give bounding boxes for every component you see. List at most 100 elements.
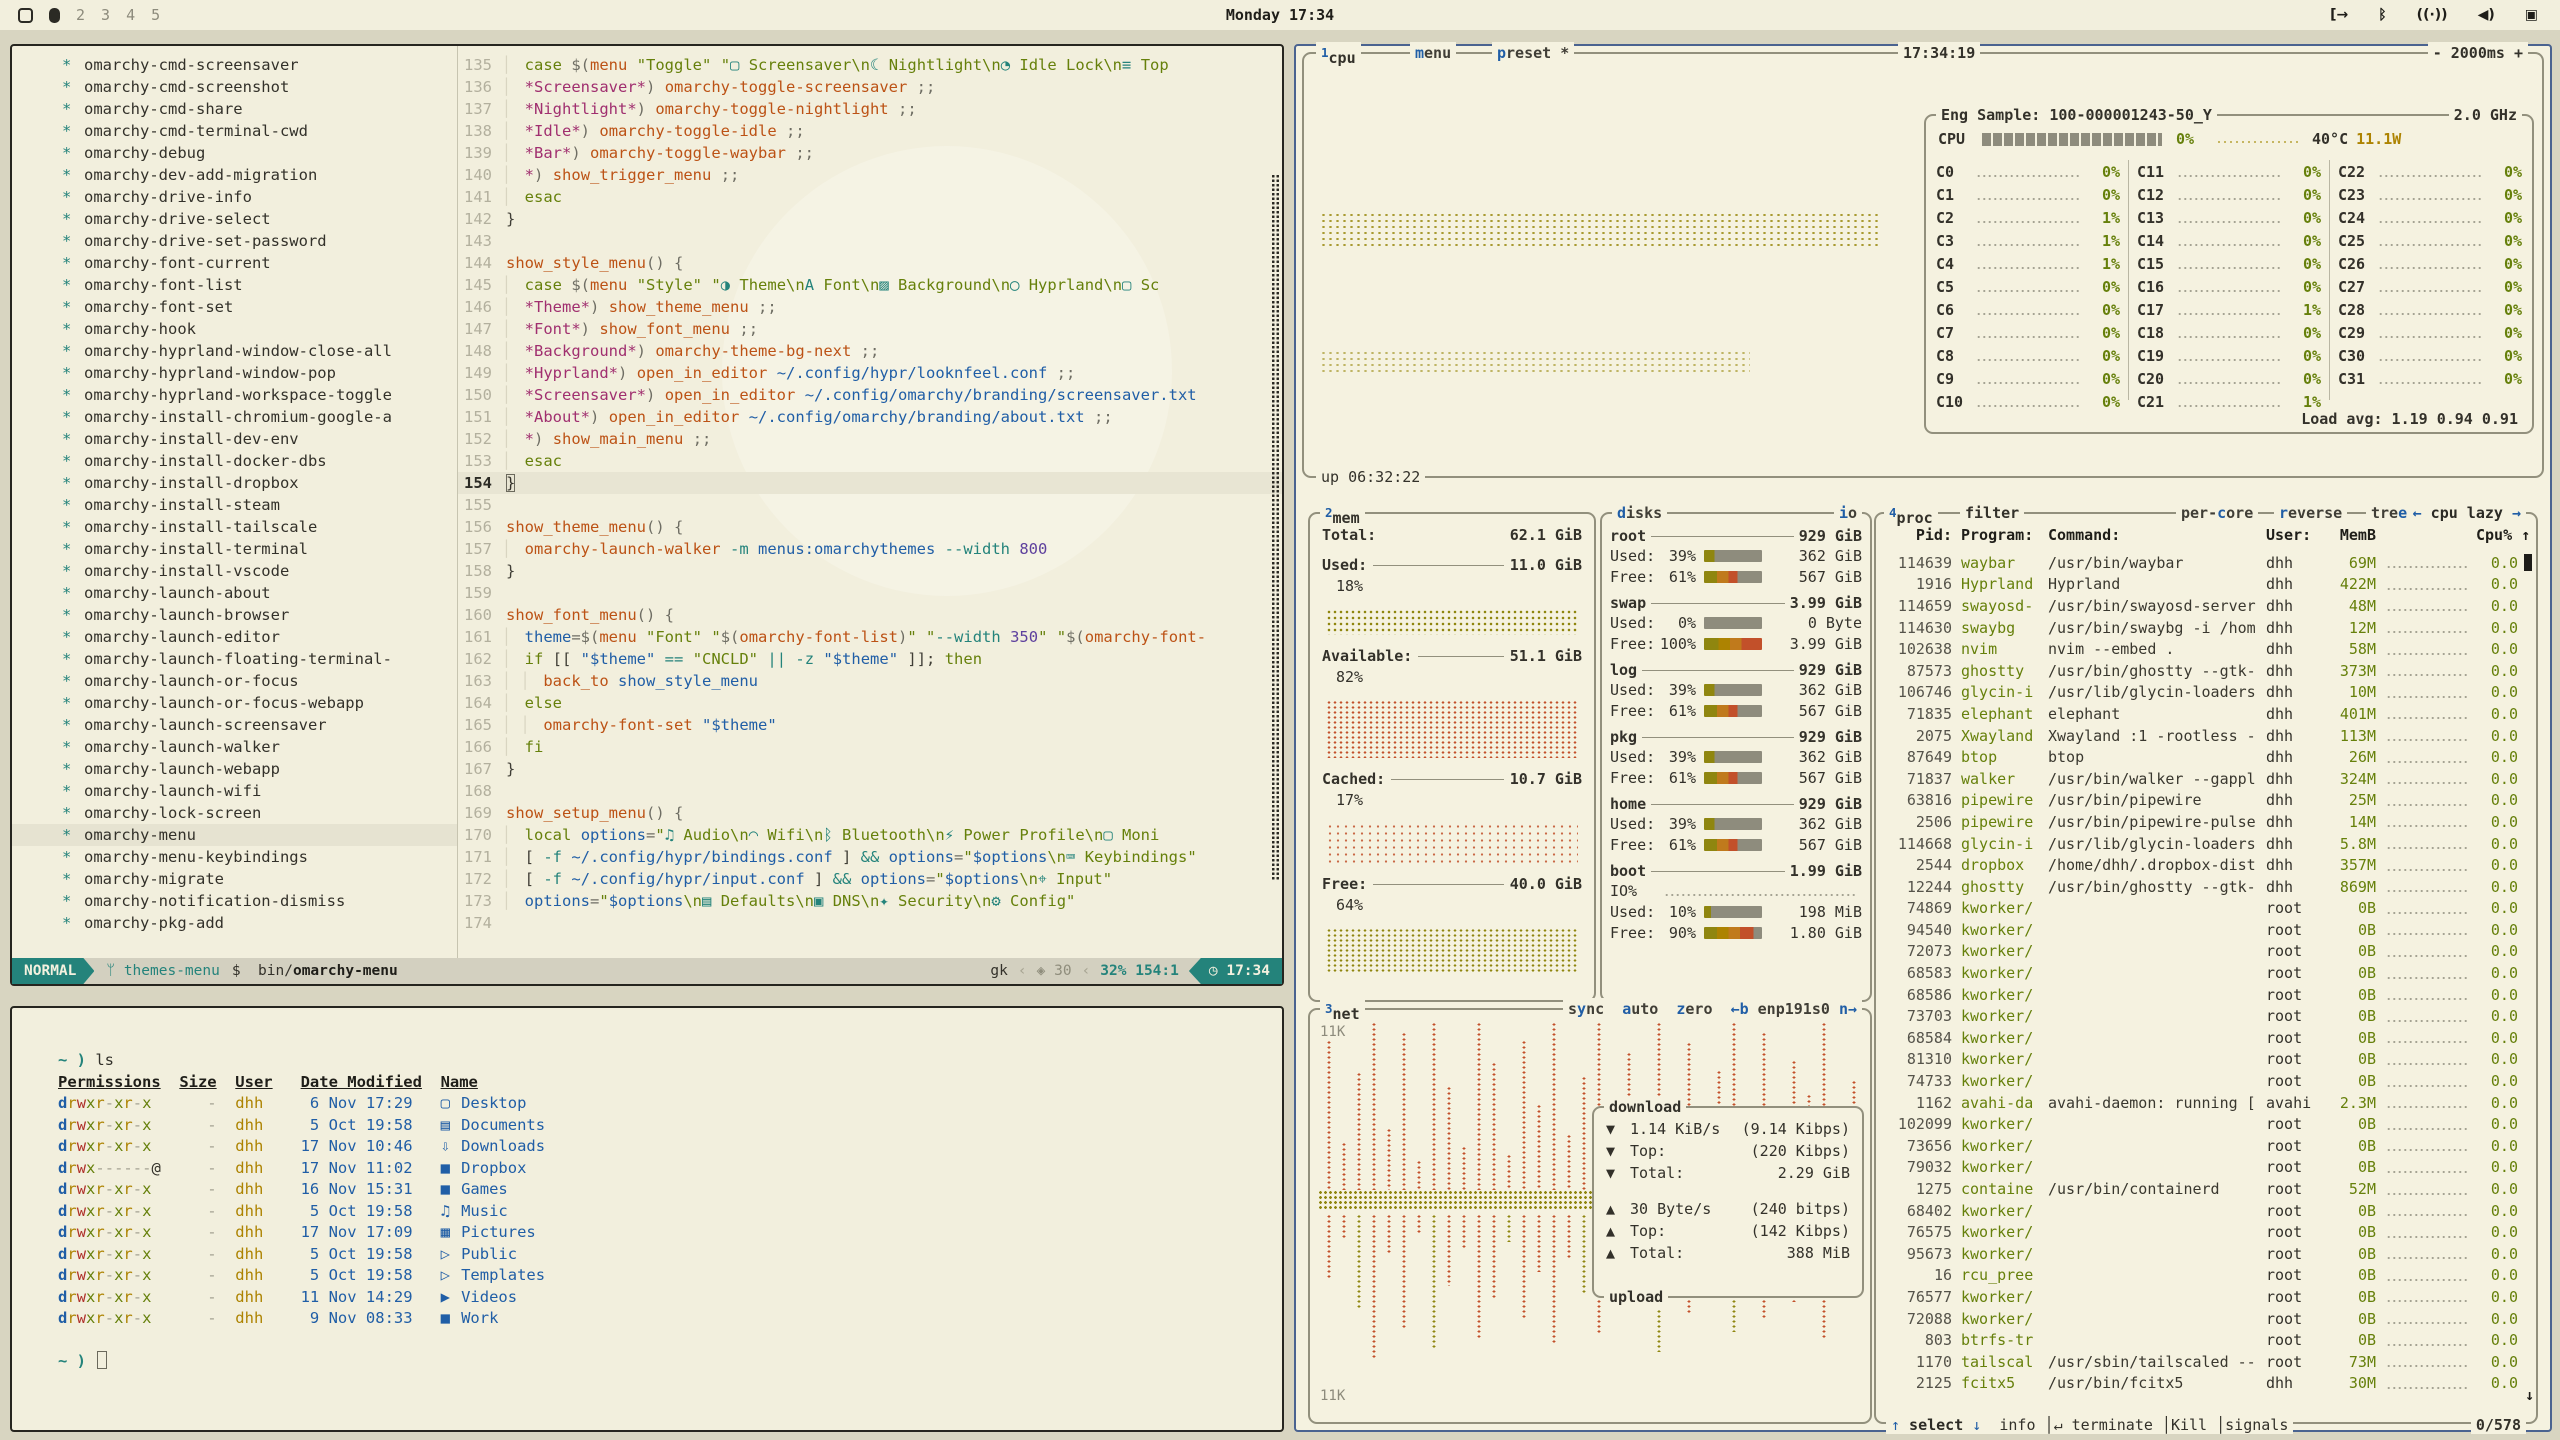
- proc-scrollbar-thumb[interactable]: [2524, 554, 2532, 571]
- process-row[interactable]: 87649btopbtopdhh26M0.0: [1886, 746, 2518, 768]
- proc-scroll-down-icon[interactable]: ↓: [2525, 1386, 2534, 1404]
- process-row[interactable]: 2125fcitx5/usr/bin/fcitx5dhh30M0.0: [1886, 1373, 2518, 1395]
- process-row[interactable]: 74869kworker/root0B0.0: [1886, 898, 2518, 920]
- code-line[interactable]: 171▏ [ -f ~/.config/hypr/bindings.conf ]…: [458, 846, 1282, 868]
- file-item[interactable]: *omarchy-cmd-screensaver: [12, 54, 457, 76]
- process-row[interactable]: 72073kworker/root0B0.0: [1886, 941, 2518, 963]
- dir-name[interactable]: Templates: [461, 1266, 545, 1284]
- bluetooth-icon[interactable]: ᛒ: [2378, 7, 2386, 23]
- code-line[interactable]: 168: [458, 780, 1282, 802]
- file-item[interactable]: *omarchy-launch-walker: [12, 736, 457, 758]
- file-item[interactable]: *omarchy-menu: [12, 824, 457, 846]
- file-item[interactable]: *omarchy-install-dev-env: [12, 428, 457, 450]
- process-row[interactable]: 114630swaybg/usr/bin/swaybg -i /homdhh12…: [1886, 617, 2518, 639]
- code-line[interactable]: 146▏ *Theme*) show_theme_menu ;;: [458, 296, 1282, 318]
- file-item[interactable]: *omarchy-migrate: [12, 868, 457, 890]
- process-row[interactable]: 94540kworker/root0B0.0: [1886, 919, 2518, 941]
- code-line[interactable]: 148▏ *Background*) omarchy-theme-bg-next…: [458, 340, 1282, 362]
- file-item[interactable]: *omarchy-cmd-share: [12, 98, 457, 120]
- process-row[interactable]: 102099kworker/root0B0.0: [1886, 1113, 2518, 1135]
- tree-toggle[interactable]: tree: [2366, 502, 2412, 524]
- dir-name[interactable]: Videos: [461, 1288, 517, 1306]
- process-row[interactable]: 1162avahi-daavahi-daemon: running [avahi…: [1886, 1092, 2518, 1114]
- file-item[interactable]: *omarchy-drive-select: [12, 208, 457, 230]
- code-line[interactable]: 155: [458, 494, 1282, 516]
- code-line[interactable]: 172▏ [ -f ~/.config/hypr/input.conf ] &&…: [458, 868, 1282, 890]
- file-item[interactable]: *omarchy-launch-floating-terminal-: [12, 648, 457, 670]
- workspace-2[interactable]: 2: [76, 6, 85, 24]
- code-line[interactable]: 173▏ options="$options\n▤ Defaults\n▣ DN…: [458, 890, 1282, 912]
- code-line[interactable]: 142}: [458, 208, 1282, 230]
- file-item[interactable]: *omarchy-launch-screensaver: [12, 714, 457, 736]
- process-row[interactable]: 106746glycin-i/usr/lib/glycin-loadersdhh…: [1886, 682, 2518, 704]
- dir-name[interactable]: Games: [461, 1180, 508, 1198]
- code-line[interactable]: 147▏ *Font*) show_font_menu ;;: [458, 318, 1282, 340]
- process-row[interactable]: 81310kworker/root0B0.0: [1886, 1049, 2518, 1071]
- proc-footer-action[interactable]: Kill: [2171, 1416, 2207, 1434]
- file-item[interactable]: *omarchy-install-dropbox: [12, 472, 457, 494]
- dir-name[interactable]: Dropbox: [461, 1159, 526, 1177]
- refresh-interval[interactable]: - 2000ms +: [2428, 42, 2528, 64]
- code-line[interactable]: 152▏ *) show_main_menu ;;: [458, 428, 1282, 450]
- process-row[interactable]: 102638nvimnvim --embed .dhh58M0.0: [1886, 638, 2518, 660]
- process-row[interactable]: 114668glycin-i/usr/lib/glycin-loadersdhh…: [1886, 833, 2518, 855]
- process-row[interactable]: 79032kworker/root0B0.0: [1886, 1157, 2518, 1179]
- code-line[interactable]: 157▏ omarchy-launch-walker -m menus:omar…: [458, 538, 1282, 560]
- workspace-5[interactable]: 5: [151, 6, 160, 24]
- workspace-active-icon[interactable]: [49, 8, 60, 23]
- per-core-toggle[interactable]: per-core: [2176, 502, 2258, 524]
- code-line[interactable]: 174: [458, 912, 1282, 934]
- file-item[interactable]: *omarchy-dev-add-migration: [12, 164, 457, 186]
- file-item[interactable]: *omarchy-drive-set-password: [12, 230, 457, 252]
- process-row[interactable]: 2544dropbox/home/dhh/.dropbox-distdhh357…: [1886, 854, 2518, 876]
- file-item[interactable]: *omarchy-cmd-screenshot: [12, 76, 457, 98]
- file-item[interactable]: *omarchy-launch-editor: [12, 626, 457, 648]
- code-line[interactable]: 151▏ *About*) open_in_editor ~/.config/o…: [458, 406, 1282, 428]
- preset-button[interactable]: preset *: [1492, 42, 1574, 64]
- process-row[interactable]: 95673kworker/root0B0.0: [1886, 1243, 2518, 1265]
- code-line[interactable]: 149▏ *Hyprland*) open_in_editor ~/.confi…: [458, 362, 1282, 384]
- file-item[interactable]: *omarchy-install-steam: [12, 494, 457, 516]
- dir-name[interactable]: Documents: [461, 1116, 545, 1134]
- proc-footer-action[interactable]: info: [1999, 1416, 2035, 1434]
- logout-icon[interactable]: [→: [2330, 7, 2348, 23]
- chip-icon[interactable]: ▣: [2525, 7, 2538, 23]
- file-item[interactable]: *omarchy-drive-info: [12, 186, 457, 208]
- file-item[interactable]: *omarchy-hook: [12, 318, 457, 340]
- process-row[interactable]: 2075XwaylandXwayland :1 -rootless -dhh11…: [1886, 725, 2518, 747]
- code-line[interactable]: 166▏ fi: [458, 736, 1282, 758]
- process-row[interactable]: 68402kworker/root0B0.0: [1886, 1200, 2518, 1222]
- process-row[interactable]: 73656kworker/root0B0.0: [1886, 1135, 2518, 1157]
- code-line[interactable]: 140▏ *) show_trigger_menu ;;: [458, 164, 1282, 186]
- process-row[interactable]: 71837walker/usr/bin/walker --gappldhh324…: [1886, 768, 2518, 790]
- file-item[interactable]: *omarchy-launch-webapp: [12, 758, 457, 780]
- code-line[interactable]: 159: [458, 582, 1282, 604]
- network-icon[interactable]: ((·)): [2417, 7, 2448, 23]
- file-item[interactable]: *omarchy-launch-wifi: [12, 780, 457, 802]
- file-item[interactable]: *omarchy-install-vscode: [12, 560, 457, 582]
- prompt-line[interactable]: ~ ): [58, 1351, 1282, 1373]
- code-line[interactable]: 163▏ ▏ back_to show_style_menu: [458, 670, 1282, 692]
- process-row[interactable]: 2506pipewire/usr/bin/pipewire-pulsedhh14…: [1886, 811, 2518, 833]
- file-item[interactable]: *omarchy-launch-about: [12, 582, 457, 604]
- dir-name[interactable]: Music: [461, 1202, 508, 1220]
- code-line[interactable]: 161▏ theme=$(menu "Font" "$(omarchy-font…: [458, 626, 1282, 648]
- file-item[interactable]: *omarchy-font-list: [12, 274, 457, 296]
- process-row[interactable]: 803btrfs-trroot0B0.0: [1886, 1329, 2518, 1351]
- process-row[interactable]: 114659swayosd-/usr/bin/swayosd-serverdhh…: [1886, 595, 2518, 617]
- process-row[interactable]: 71835elephantelephantdhh401M0.0: [1886, 703, 2518, 725]
- code-line[interactable]: 153▏ esac: [458, 450, 1282, 472]
- process-row[interactable]: 76577kworker/root0B0.0: [1886, 1286, 2518, 1308]
- code-line[interactable]: 145▏ case $(menu "Style" "◑ Theme\nA Fon…: [458, 274, 1282, 296]
- file-item[interactable]: *omarchy-launch-or-focus: [12, 670, 457, 692]
- process-row[interactable]: 1170tailscal/usr/sbin/tailscaled --root7…: [1886, 1351, 2518, 1373]
- code-line[interactable]: 141▏ esac: [458, 186, 1282, 208]
- file-item[interactable]: *omarchy-hyprland-workspace-toggle: [12, 384, 457, 406]
- file-item[interactable]: *omarchy-font-current: [12, 252, 457, 274]
- file-item[interactable]: *omarchy-hyprland-window-close-all: [12, 340, 457, 362]
- code-line[interactable]: 164▏ else: [458, 692, 1282, 714]
- code-line[interactable]: 138▏ *Idle*) omarchy-toggle-idle ;;: [458, 120, 1282, 142]
- filter-button[interactable]: filter: [1960, 502, 2024, 524]
- file-item[interactable]: *omarchy-menu-keybindings: [12, 846, 457, 868]
- proc-header[interactable]: Pid: Program: Command: User: MemB Cpu% ↑: [1886, 526, 2518, 544]
